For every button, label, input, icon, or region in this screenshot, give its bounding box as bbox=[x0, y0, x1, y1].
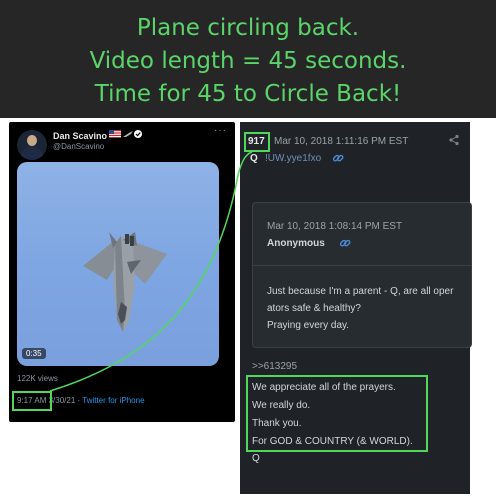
connector-curve bbox=[49, 151, 253, 392]
